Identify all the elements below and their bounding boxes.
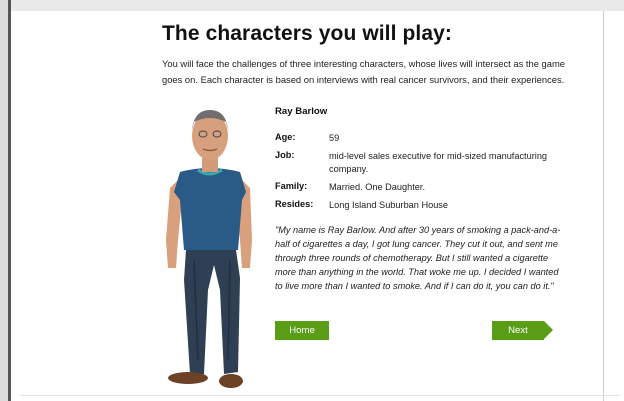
next-arrow-icon xyxy=(544,321,553,339)
content-right-border xyxy=(603,11,604,401)
character-quote: "My name is Ray Barlow. And after 30 yea… xyxy=(275,225,561,291)
home-button[interactable]: Home xyxy=(275,321,329,340)
fact-value: mid-level sales executive for mid-sized … xyxy=(329,151,548,174)
window-left-border xyxy=(8,0,11,401)
character-facts: Age: 59 Job: mid-level sales executive f… xyxy=(275,132,575,217)
home-button-label: Home xyxy=(289,325,315,336)
fact-job: Job: mid-level sales executive for mid-s… xyxy=(275,150,575,176)
fact-label: Age: xyxy=(275,132,296,142)
fact-value: 59 xyxy=(329,133,340,143)
next-button[interactable]: Next xyxy=(492,321,553,340)
bottom-divider xyxy=(20,395,620,396)
fact-resides: Resides: Long Island Suburban House xyxy=(275,199,575,212)
next-button-label: Next xyxy=(508,325,528,336)
fact-value: Long Island Suburban House xyxy=(329,200,449,210)
avatar-jeans xyxy=(184,250,240,374)
avatar-shirt xyxy=(174,168,246,250)
page-title: The characters you will play: xyxy=(162,22,452,45)
fact-family: Family: Married. One Daughter. xyxy=(275,181,575,194)
window-top-bar xyxy=(0,0,624,11)
fact-label: Resides: xyxy=(275,199,314,209)
fact-label: Family: xyxy=(275,181,308,191)
intro-paragraph: You will face the challenges of three in… xyxy=(162,58,565,85)
fact-value: Married. One Daughter. xyxy=(329,182,426,192)
window-left-edge xyxy=(0,0,11,401)
avatar-left-shoe xyxy=(168,372,208,384)
fact-label: Job: xyxy=(275,150,295,160)
character-avatar xyxy=(166,110,252,388)
character-name: Ray Barlow xyxy=(275,106,328,117)
fact-age: Age: 59 xyxy=(275,132,575,145)
avatar-right-shoe xyxy=(219,374,243,388)
